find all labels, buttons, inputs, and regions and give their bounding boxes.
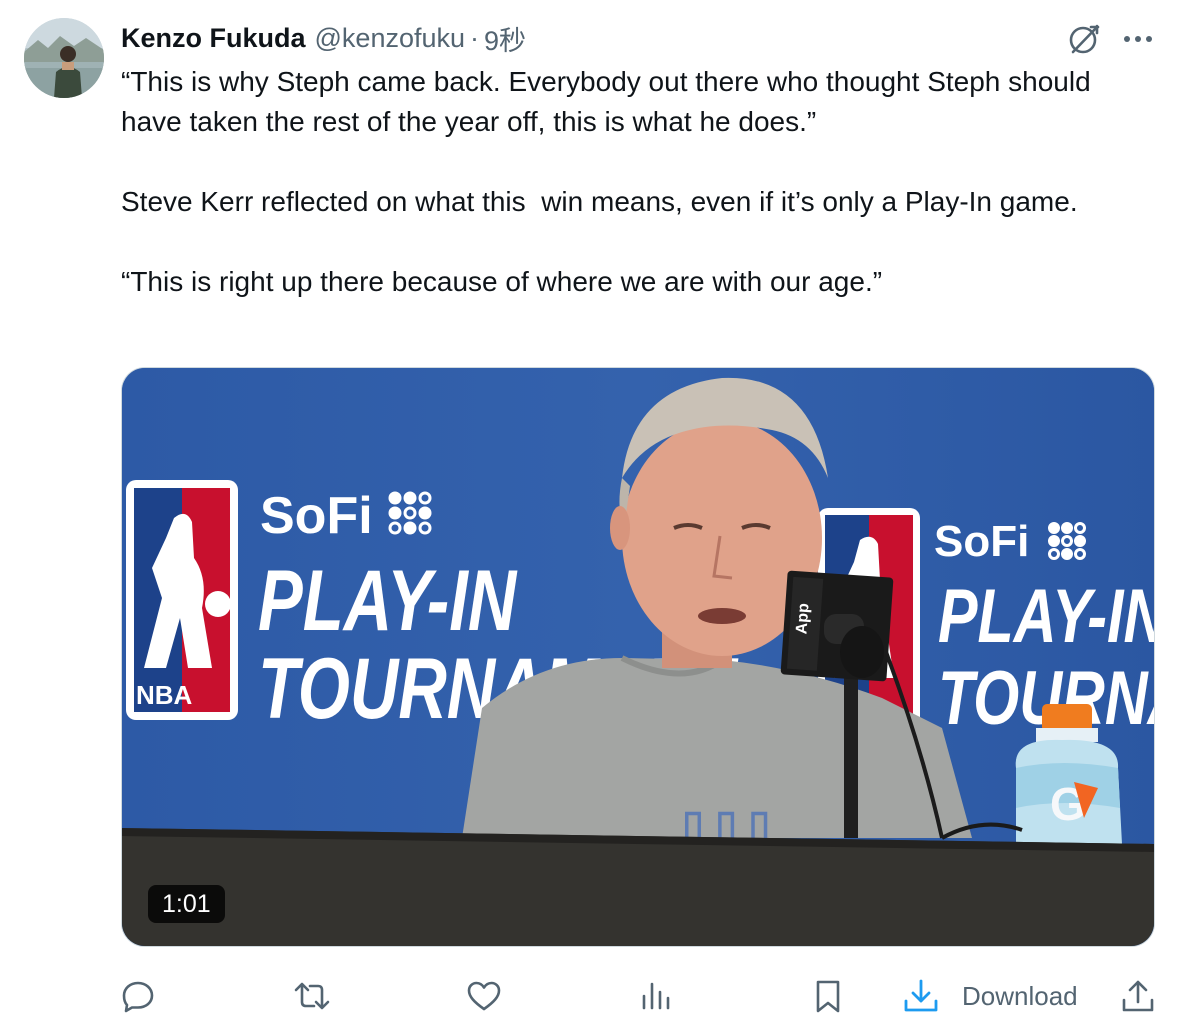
repost-button[interactable] [292, 970, 332, 1022]
separator-dot: · [470, 22, 480, 53]
action-bar: Download [0, 970, 1182, 1022]
play-in-text-right: PLAY-IN [938, 574, 1155, 659]
avatar-photo [24, 18, 104, 98]
mic-flag-text: App [793, 602, 812, 634]
avatar[interactable] [24, 18, 104, 98]
bookmark-button[interactable] [810, 970, 846, 1022]
repost-icon [294, 982, 330, 1010]
bookmark-icon [816, 980, 840, 1013]
like-button[interactable] [466, 970, 502, 1022]
video-thumbnail: NBA SoFi PLAY-IN TOURNAMENT SoFi PLAY-IN… [122, 368, 1155, 946]
display-name[interactable]: Kenzo Fukuda [121, 23, 306, 54]
video-player[interactable]: NBA SoFi PLAY-IN TOURNAMENT SoFi PLAY-IN… [121, 367, 1155, 947]
reply-icon [122, 981, 154, 1013]
tweet-header: Kenzo Fukuda @kenzofuku · 9秒 [121, 20, 526, 56]
share-button[interactable] [1120, 970, 1156, 1022]
download-button[interactable]: Download [902, 970, 1078, 1022]
reply-button[interactable] [120, 970, 156, 1022]
tweet-paragraph: “This is right up there because of where… [121, 266, 883, 297]
tweet-text: “This is why Steph came back. Everybody … [121, 62, 1121, 302]
user-handle[interactable]: @kenzofuku [315, 23, 466, 54]
analytics-icon [642, 982, 670, 1010]
sponsor-text: SoFi [260, 487, 373, 545]
play-in-text: PLAY-IN [258, 553, 517, 649]
tweet-paragraph: “This is why Steph came back. Everybody … [121, 66, 1099, 137]
tweet-paragraph: Steve Kerr reflected on what this win me… [121, 186, 1078, 217]
nba-logo-left: NBA [126, 480, 238, 720]
download-icon [904, 979, 938, 1012]
download-label: Download [962, 980, 1078, 1011]
views-button[interactable] [638, 970, 674, 1022]
sponsor-text-right: SoFi [934, 517, 1029, 566]
nba-wordmark: NBA [136, 680, 193, 710]
timestamp[interactable]: 9秒 [484, 19, 526, 58]
more-options-icon[interactable] [1118, 22, 1158, 56]
video-duration: 1:01 [148, 885, 225, 923]
heart-icon [467, 981, 501, 1011]
grok-icon[interactable] [1066, 21, 1102, 57]
share-icon [1122, 980, 1154, 1012]
tweet[interactable]: Kenzo Fukuda @kenzofuku · 9秒 “This is wh… [0, 0, 1182, 1026]
